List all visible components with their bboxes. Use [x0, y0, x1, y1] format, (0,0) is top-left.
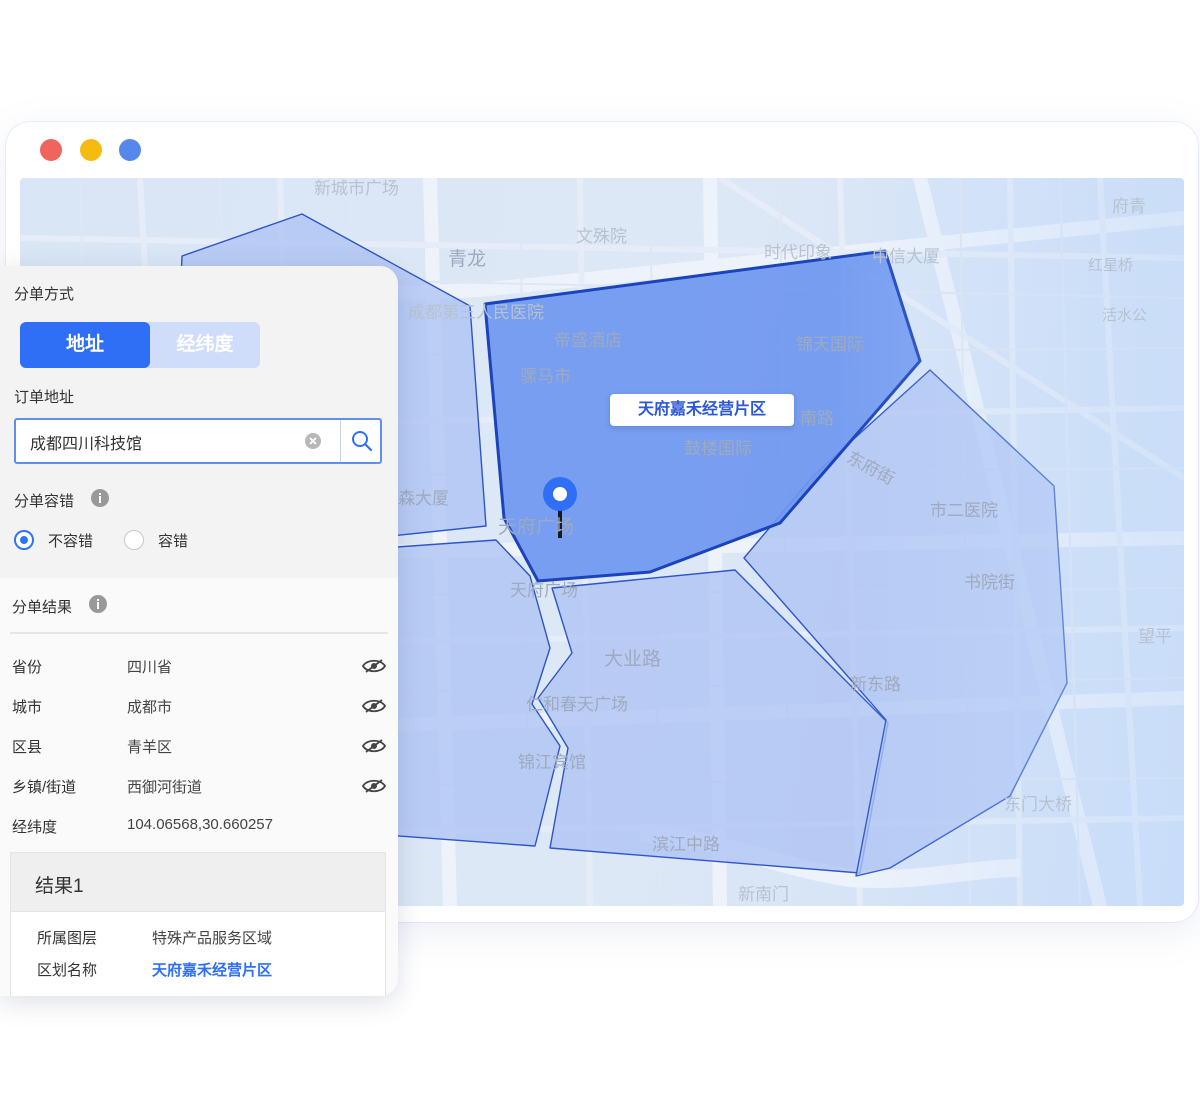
result-row-province: 省份 四川省: [0, 646, 398, 686]
street-label: 成都第三人民医院: [408, 303, 544, 322]
street-label: 森大厦: [398, 489, 449, 508]
radio-button-selected[interactable]: [14, 530, 34, 550]
eye-hidden-icon[interactable]: [362, 778, 386, 794]
result-row-city: 城市 成都市: [0, 686, 398, 726]
street-label: 帝盛酒店: [554, 331, 622, 350]
row-value: 成都市: [127, 699, 173, 716]
street-label: 文殊院: [576, 227, 627, 246]
street-label: 大业路: [604, 649, 662, 670]
street-label: 时代印象: [764, 243, 832, 262]
street-label: 望平: [1138, 627, 1172, 646]
row-value: 104.06568,30.660257: [127, 816, 273, 833]
result-row-district: 区县 青羊区: [0, 726, 398, 766]
eye-hidden-icon[interactable]: [362, 738, 386, 754]
tolerance-label: 分单容错: [14, 493, 75, 510]
split-mode-label: 分单方式: [14, 286, 75, 303]
street-label: 南路: [800, 409, 834, 428]
divider: [10, 632, 388, 634]
result-label: 分单结果: [12, 599, 73, 616]
row-value: 四川省: [127, 659, 173, 676]
street-label: 活水公: [1102, 307, 1148, 324]
window-minimize-button[interactable]: [80, 139, 102, 161]
radio-label: 容错: [158, 533, 189, 550]
split-mode-tabs: 经纬度 地址: [20, 322, 260, 368]
radio-button[interactable]: [124, 530, 144, 550]
eye-hidden-icon[interactable]: [362, 658, 386, 674]
address-input[interactable]: [28, 428, 302, 456]
street-label: 锦江宾馆: [518, 753, 586, 772]
info-icon[interactable]: [88, 594, 108, 614]
layer-key: 所属图层: [37, 930, 98, 947]
eye-hidden-icon[interactable]: [362, 698, 386, 714]
row-value: 西御河街道: [127, 779, 203, 796]
row-key: 城市: [12, 699, 43, 716]
radio-label: 不容错: [48, 533, 94, 550]
street-label: 仁和春天广场: [526, 695, 628, 714]
address-search: [14, 418, 382, 464]
window-close-button[interactable]: [40, 139, 62, 161]
street-label: 府青: [1112, 197, 1146, 216]
street-label: 市二医院: [930, 501, 998, 520]
street-label: 新南门: [738, 885, 789, 904]
region-key: 区划名称: [37, 962, 98, 979]
street-label: 中信大厦: [872, 247, 940, 266]
street-label: 鼓楼国际: [684, 439, 752, 458]
street-label: 天府广场: [510, 581, 578, 600]
street-label: 红星桥: [1088, 257, 1134, 274]
row-value: 青羊区: [127, 739, 173, 756]
street-label: 天府广场: [498, 517, 575, 538]
street-label: 新城市广场: [314, 179, 399, 198]
row-key: 乡镇/街道: [12, 779, 77, 796]
region-link[interactable]: 天府嘉禾经营片区: [152, 959, 272, 980]
row-key: 经纬度: [12, 819, 58, 836]
result-row-coordinates: 经纬度 104.06568,30.660257: [0, 806, 398, 846]
info-icon[interactable]: [90, 488, 110, 508]
street-label: 锦天国际: [796, 335, 864, 354]
result-card-header: 结果1: [11, 853, 385, 912]
layer-value: 特殊产品服务区域: [152, 930, 273, 947]
street-label: 新东路: [850, 675, 901, 694]
clear-icon[interactable]: [304, 432, 322, 450]
result-card-title: 结果1: [35, 876, 84, 897]
row-key: 区县: [12, 739, 43, 756]
split-panel: 分单方式 经纬度 地址 订单地址 分单容错 不容错 容错 分单结果: [0, 266, 398, 996]
row-key: 省份: [12, 659, 43, 676]
result-row-street: 乡镇/街道 西御河街道: [0, 766, 398, 806]
street-label: 书院街: [964, 573, 1015, 592]
street-label: 东门大桥: [1004, 795, 1072, 814]
street-label: 青龙: [448, 249, 487, 270]
search-icon: [352, 431, 373, 452]
window-maximize-button[interactable]: [119, 139, 141, 161]
order-address-label: 订单地址: [14, 389, 75, 406]
result-card: 结果1 所属图层 特殊产品服务区域 区划名称 天府嘉禾经营片区: [10, 852, 386, 996]
zone-name-label[interactable]: 天府嘉禾经营片区: [610, 394, 794, 426]
street-label: 滨江中路: [652, 835, 720, 854]
search-button[interactable]: [340, 420, 383, 462]
tab-address[interactable]: 地址: [20, 322, 150, 368]
street-label: 骡马市: [520, 367, 571, 386]
